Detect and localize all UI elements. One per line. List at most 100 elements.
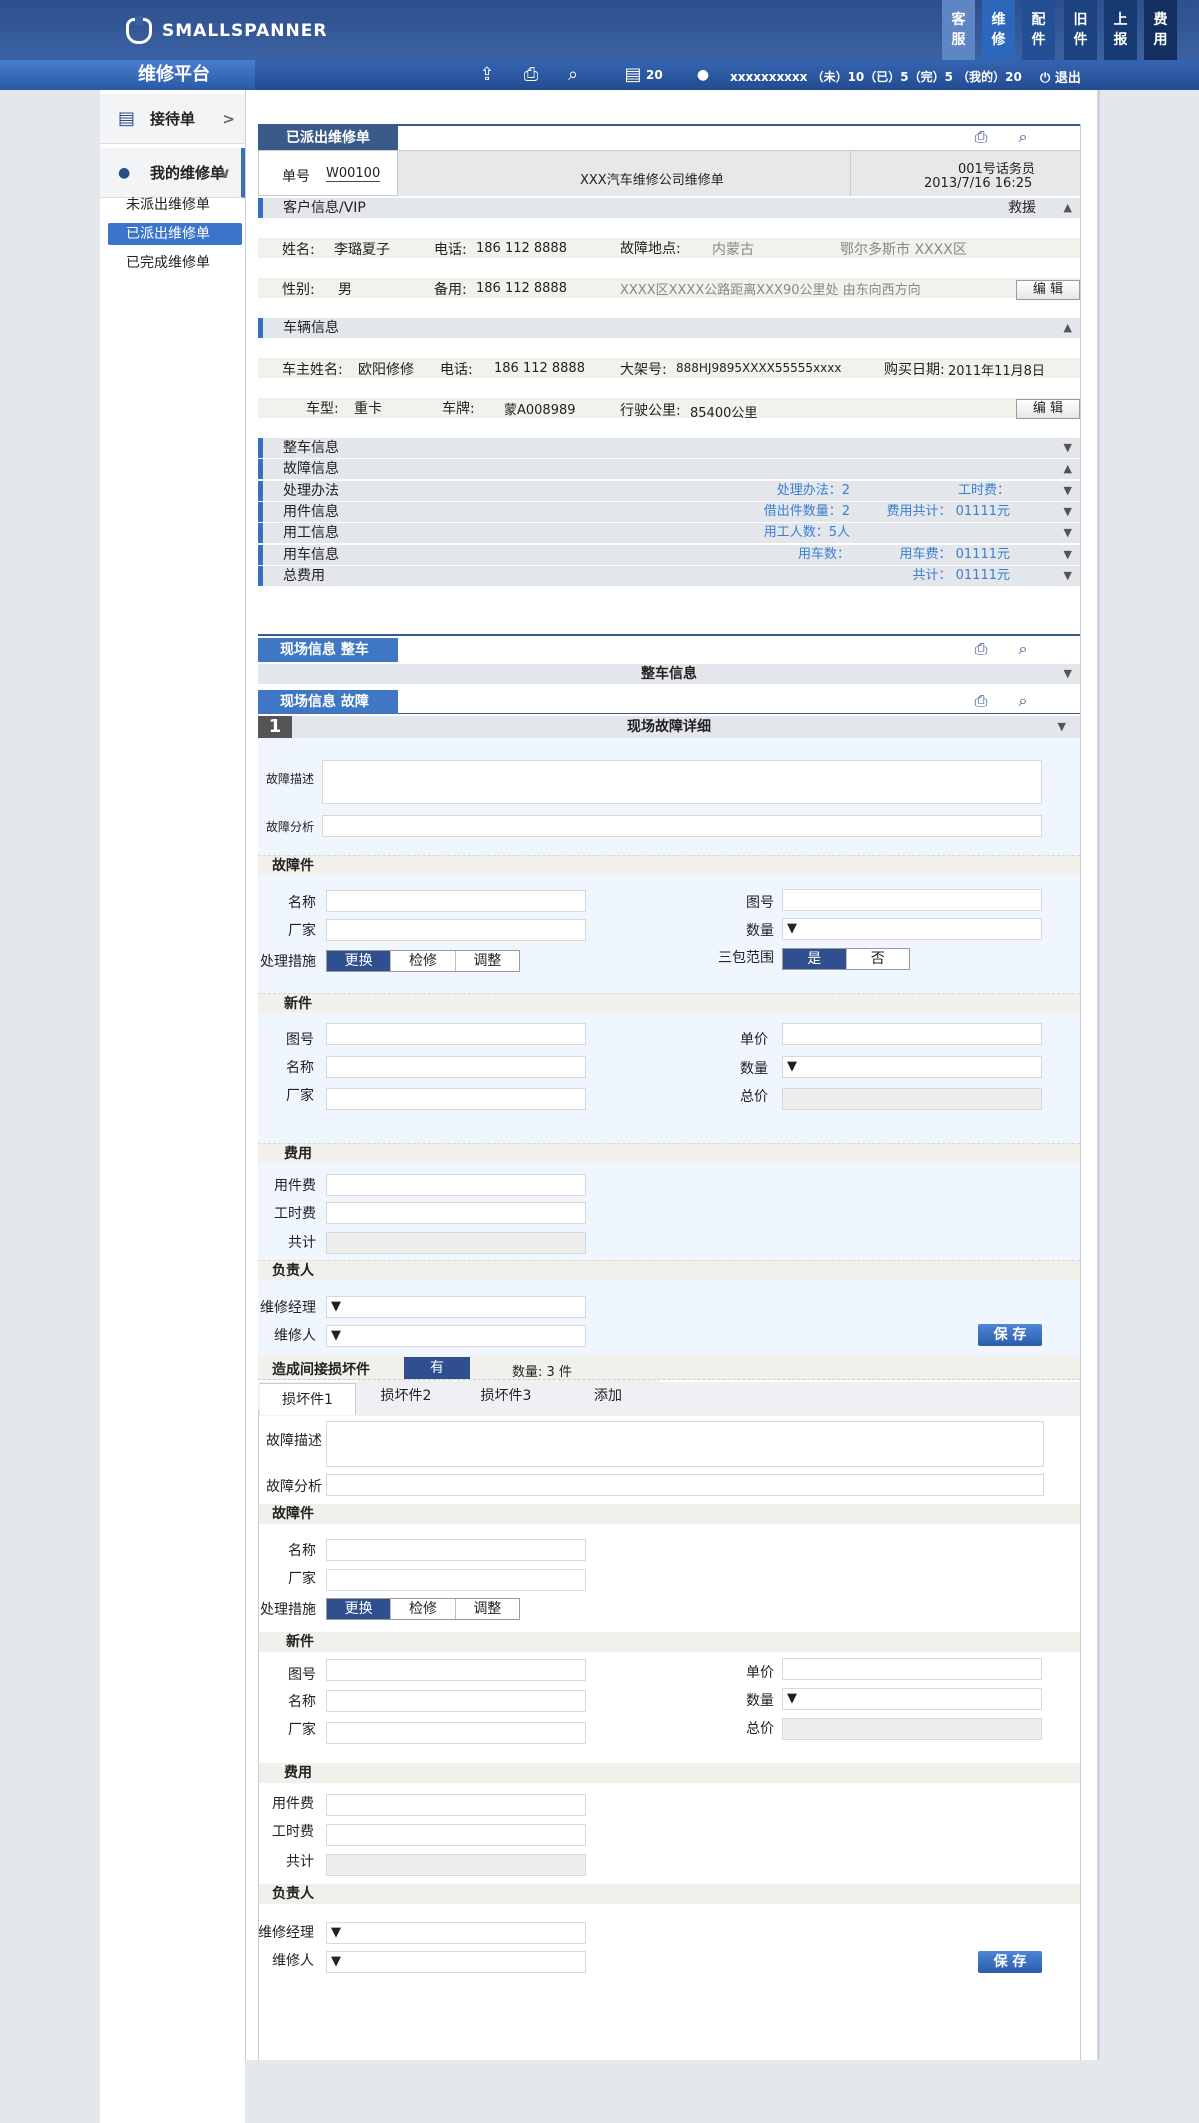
power-icon: ⏻ xyxy=(1040,71,1051,86)
tab-dispatched-order[interactable]: 已派出维修单 xyxy=(258,126,398,150)
damage-part-name-input[interactable] xyxy=(326,1539,586,1561)
faulty-part-maker-input[interactable] xyxy=(326,919,586,941)
band-summary-6[interactable]: 总费用 共计： 01111元 ▼ xyxy=(258,566,1080,586)
repairer-select[interactable]: ▼ xyxy=(326,1325,586,1347)
band-summary-5[interactable]: 用车信息 用车数： 用车费： 01111元 ▼ xyxy=(258,545,1080,565)
operator: 001号话务员 xyxy=(958,162,1035,177)
print-icon[interactable]: ⎙ xyxy=(970,640,992,658)
indirect-damage-yes[interactable]: 有 xyxy=(404,1357,470,1379)
new-part-name-input[interactable] xyxy=(326,1056,586,1078)
band-summary-4[interactable]: 用工信息 用工人数：5人 ▼ xyxy=(258,523,1080,543)
band-vehicle-whole[interactable]: 整车信息 ▼ xyxy=(258,664,1080,684)
measure-replace[interactable]: 更换 xyxy=(327,951,392,971)
fault-desc-input[interactable] xyxy=(322,760,1042,804)
customer-phone: 186 112 8888 xyxy=(476,241,567,256)
manager-select[interactable]: ▼ xyxy=(326,1296,586,1318)
measure-repair[interactable]: 检修 xyxy=(391,1599,456,1619)
sidebar-item-undispatched[interactable]: 未派出维修单 xyxy=(108,194,242,216)
module-tab-5[interactable]: 费用 xyxy=(1144,0,1177,60)
edit-customer-button[interactable]: 编 辑 xyxy=(1016,280,1080,300)
damage-part-maker-input[interactable] xyxy=(326,1569,586,1591)
warranty-segment[interactable]: 是 否 xyxy=(782,948,910,970)
band-summary-2[interactable]: 处理办法 处理办法：2 工时费： ▼ xyxy=(258,481,1080,501)
band-summary-1[interactable]: 故障信息 ▲ xyxy=(258,459,1080,479)
logout-button[interactable]: ⏻ 退出 xyxy=(1040,67,1081,86)
warranty-yes[interactable]: 是 xyxy=(783,949,847,969)
damage-new-unit-price-input[interactable] xyxy=(782,1658,1042,1680)
preview-icon[interactable]: ⌕ xyxy=(1012,128,1034,146)
damage-measure-segment[interactable]: 更换 检修 调整 xyxy=(326,1598,520,1620)
dropdown-icon: ▼ xyxy=(331,1299,341,1314)
band-vehicle-info[interactable]: 车辆信息 ▲ xyxy=(258,318,1080,338)
warranty-no[interactable]: 否 xyxy=(846,949,909,969)
sidebar-section-reception[interactable]: ▤ 接待单 > xyxy=(100,94,245,144)
damage-repairer-select[interactable]: ▼ xyxy=(326,1951,586,1973)
module-tab-3[interactable]: 旧件 xyxy=(1064,0,1097,60)
preview-icon[interactable]: ⌕ xyxy=(1012,640,1034,658)
tab-damage-2[interactable]: 损坏件2 xyxy=(358,1380,454,1412)
dropdown-icon: ▼ xyxy=(331,1328,341,1343)
divider xyxy=(258,634,1080,636)
sidebar-item-dispatched[interactable]: 已派出维修单 xyxy=(108,223,242,245)
tab-damage-3[interactable]: 损坏件3 xyxy=(456,1380,556,1412)
measure-adjust[interactable]: 调整 xyxy=(455,951,519,971)
owner-name: 欧阳修修 xyxy=(358,362,414,378)
module-tab-0[interactable]: 客服 xyxy=(942,0,975,60)
damage-manager-select[interactable]: ▼ xyxy=(326,1922,586,1944)
save-button[interactable]: 保 存 xyxy=(978,1324,1042,1346)
customer-name-label: 姓名: xyxy=(282,242,315,258)
tab-add-damage[interactable]: 添加 xyxy=(558,1380,658,1412)
module-tab-2[interactable]: 配件 xyxy=(1022,0,1055,60)
fault-analysis-input[interactable] xyxy=(322,815,1042,837)
sidebar-item-completed[interactable]: 已完成维修单 xyxy=(108,252,242,274)
measure-repair[interactable]: 检修 xyxy=(391,951,456,971)
damage-labor-fee-input[interactable] xyxy=(326,1824,586,1846)
damage-new-name-input[interactable] xyxy=(326,1690,586,1712)
new-part-drawing-input[interactable] xyxy=(326,1023,586,1045)
spanner-icon xyxy=(126,16,152,44)
damage-new-drawing-input[interactable] xyxy=(326,1659,586,1681)
new-part-unit-price-input[interactable] xyxy=(782,1023,1042,1045)
damage-new-qty-select[interactable]: ▼ xyxy=(782,1688,1042,1710)
tab-site-fault[interactable]: 现场信息 故障 xyxy=(258,690,398,714)
measure-adjust[interactable]: 调整 xyxy=(455,1599,519,1619)
damage-desc-input[interactable] xyxy=(326,1421,1044,1467)
vehicle-type: 重卡 xyxy=(354,401,382,417)
print-icon[interactable]: ⎙ xyxy=(520,64,542,86)
tab-site-vehicle[interactable]: 现场信息 整车 xyxy=(258,638,398,662)
band-summary-3[interactable]: 用件信息 借出件数量：2 费用共计： 01111元 ▼ xyxy=(258,502,1080,522)
tab-damage-1[interactable]: 损坏件1 xyxy=(260,1383,356,1415)
band-fault-detail[interactable]: 1 现场故障详细 ▼ xyxy=(258,716,1080,738)
damage-new-maker-input[interactable] xyxy=(326,1722,586,1744)
faulty-part-name-input[interactable] xyxy=(326,890,586,912)
collapse-icon: ▲ xyxy=(1063,321,1072,334)
print-icon[interactable]: ⎙ xyxy=(970,128,992,146)
sidebar-section-my-orders[interactable]: ● 我的维修单 ∨ xyxy=(100,148,245,198)
damage-part-fee-input[interactable] xyxy=(326,1794,586,1816)
print-icon[interactable]: ⎙ xyxy=(970,692,992,710)
faulty-part-drawing-input[interactable] xyxy=(782,889,1042,911)
upload-icon[interactable]: ⇪ xyxy=(476,64,498,86)
band-summary-fee: 共计： 01111元 xyxy=(912,568,1011,583)
module-tab-4[interactable]: 上报 xyxy=(1104,0,1137,60)
damage-analysis-input[interactable] xyxy=(326,1474,1044,1496)
preview-icon[interactable]: ⌕ xyxy=(562,64,584,86)
new-part-qty-select[interactable]: ▼ xyxy=(782,1056,1042,1078)
name-label: 名称 xyxy=(288,1694,316,1710)
save-button[interactable]: 保 存 xyxy=(978,1951,1042,1973)
total-price-label: 总价 xyxy=(746,1721,774,1737)
fault-analysis-label: 故障分析 xyxy=(266,820,315,834)
module-tab-1[interactable]: 维修 xyxy=(982,0,1015,60)
band-customer-info[interactable]: 客户信息/VIP 救援 ▲ xyxy=(258,198,1080,218)
band-summary-0[interactable]: 整车信息 ▼ xyxy=(258,438,1080,458)
indirect-damage-row xyxy=(258,1356,1080,1380)
measure-segment[interactable]: 更换 检修 调整 xyxy=(326,950,520,972)
new-part-maker-input[interactable] xyxy=(326,1088,586,1110)
labor-fee-input[interactable] xyxy=(326,1202,586,1224)
faulty-part-qty-select[interactable]: ▼ xyxy=(782,918,1042,940)
part-fee-input[interactable] xyxy=(326,1174,586,1196)
preview-icon[interactable]: ⌕ xyxy=(1012,692,1034,710)
expand-icon: ▼ xyxy=(1057,720,1066,733)
measure-replace[interactable]: 更换 xyxy=(327,1599,392,1619)
edit-vehicle-button[interactable]: 编 辑 xyxy=(1016,399,1080,419)
